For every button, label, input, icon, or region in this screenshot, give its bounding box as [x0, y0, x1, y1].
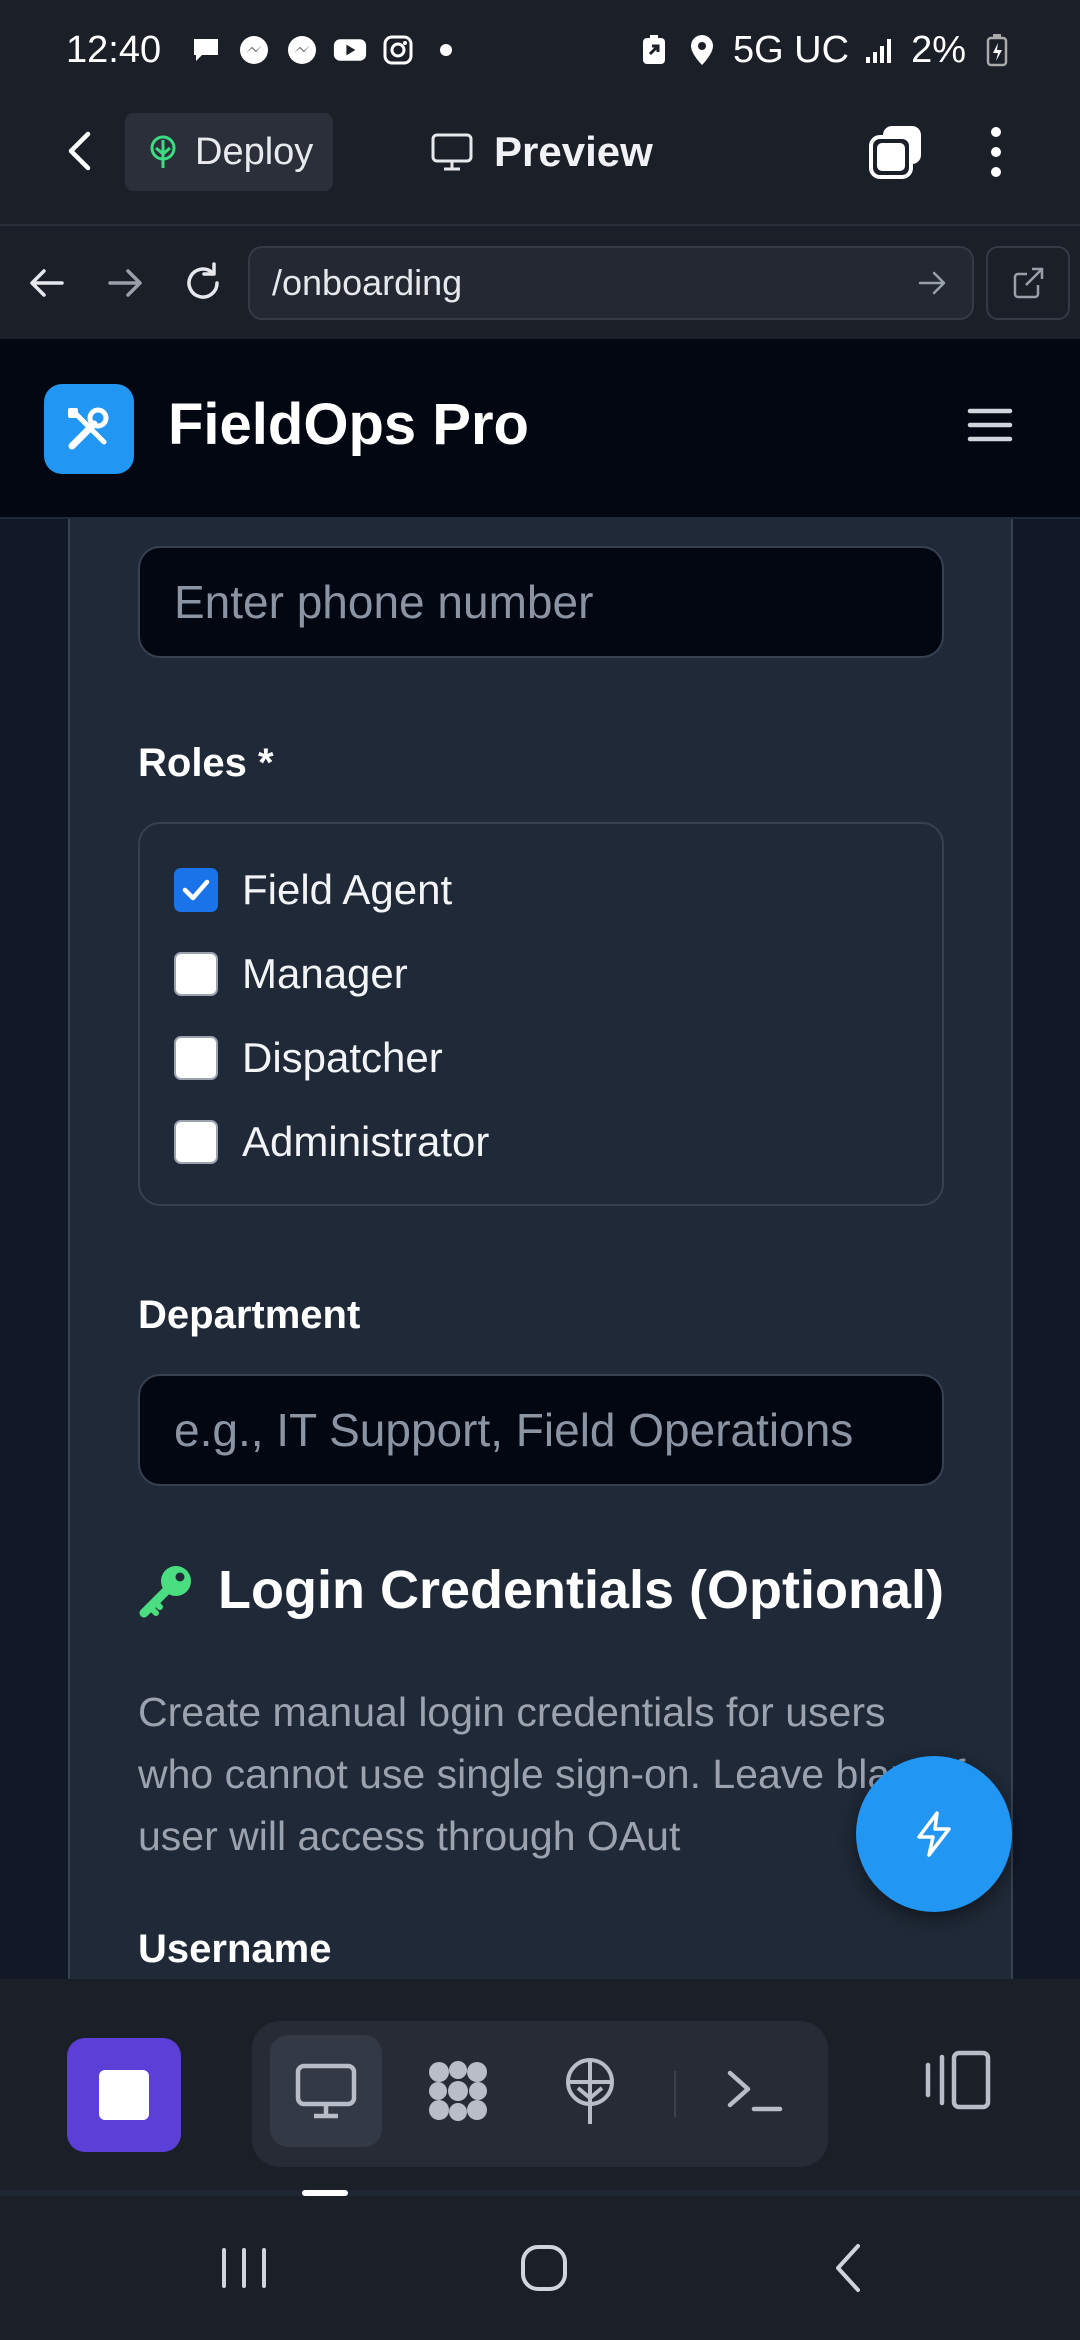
department-label: Department	[138, 1293, 361, 1337]
network-type: 5G UC	[732, 28, 850, 71]
home-icon	[521, 2245, 567, 2291]
reload-button[interactable]	[176, 256, 230, 310]
role-label: Manager	[242, 950, 408, 997]
battery-icon	[980, 33, 1014, 67]
deploy-tree-icon	[566, 2058, 614, 2124]
role-manager[interactable]: Manager	[174, 950, 408, 998]
menu-button[interactable]	[966, 401, 1014, 449]
url-text: /onboarding	[272, 262, 463, 303]
status-time: 12:40	[66, 28, 162, 71]
phone-input[interactable]: Enter phone number	[138, 546, 944, 658]
credentials-description: Create manual login credentials for user…	[138, 1689, 966, 1859]
status-bar: 12:40 5G UC 2%	[0, 0, 1080, 100]
dot-icon	[429, 33, 463, 67]
site-header: FieldOps Pro	[0, 339, 1080, 519]
stop-button[interactable]	[67, 2038, 181, 2152]
role-label: Dispatcher	[242, 1034, 443, 1081]
role-label: Administrator	[242, 1118, 490, 1165]
terminal-icon	[727, 2070, 783, 2112]
browser-back-button[interactable]	[20, 256, 74, 310]
quick-action-button[interactable]	[856, 1756, 1012, 1912]
page-content: Enter phone number Roles * Field Agent M…	[0, 519, 1080, 1979]
system-back-button[interactable]	[820, 2238, 880, 2298]
credentials-heading: Login Credentials (Optional)	[138, 1559, 944, 1621]
department-input[interactable]: e.g., IT Support, Field Operations	[138, 1374, 944, 1486]
back-button[interactable]	[56, 126, 106, 176]
checkmark-icon	[182, 879, 210, 901]
browser-forward-button[interactable]	[98, 256, 152, 310]
messenger-icon	[237, 33, 271, 67]
stop-icon	[99, 2070, 149, 2120]
deploy-button[interactable]: Deploy	[125, 113, 333, 191]
credentials-title: Login Credentials (Optional)	[218, 1560, 944, 1620]
recents-icon	[222, 2248, 266, 2288]
recent-apps-button[interactable]	[214, 2238, 274, 2298]
tabs-button[interactable]	[866, 122, 926, 182]
onboarding-form-card: Enter phone number Roles * Field Agent M…	[68, 519, 1013, 1979]
checkbox-unchecked[interactable]	[174, 1120, 218, 1164]
more-vertical-icon	[991, 127, 1001, 177]
deploy-label: Deploy	[195, 130, 314, 173]
dock-divider	[674, 2071, 676, 2117]
battery-saver-icon	[637, 33, 671, 67]
role-administrator[interactable]: Administrator	[174, 1118, 489, 1166]
layout-toggle-button[interactable]	[920, 2043, 994, 2117]
roles-label: Roles *	[138, 741, 274, 785]
instagram-icon	[381, 33, 415, 67]
arrow-left-icon	[30, 269, 64, 297]
phone-placeholder: Enter phone number	[174, 576, 594, 628]
arrow-right-icon	[108, 269, 142, 297]
role-dispatcher[interactable]: Dispatcher	[174, 1034, 443, 1082]
youtube-icon	[333, 33, 367, 67]
key-icon	[139, 1566, 191, 1618]
department-placeholder: e.g., IT Support, Field Operations	[174, 1404, 854, 1456]
reload-icon	[187, 262, 219, 299]
app-bar: Deploy Preview	[0, 100, 1080, 224]
url-bar[interactable]: /onboarding	[248, 246, 974, 320]
workflow-icon	[429, 2061, 487, 2121]
roles-group: Field Agent Manager Dispatcher Administr…	[138, 822, 944, 1206]
monitor-icon	[431, 133, 473, 171]
battery-percent: 2%	[911, 28, 966, 71]
preview-title: Preview	[430, 118, 653, 186]
bottom-dock	[0, 1979, 1080, 2190]
messenger-icon	[285, 33, 319, 67]
location-icon	[685, 33, 719, 67]
brand-title: FieldOps Pro	[168, 392, 529, 457]
go-arrow-icon[interactable]	[914, 265, 950, 301]
dock-tab-workflows[interactable]	[402, 2035, 514, 2147]
open-external-button[interactable]	[986, 246, 1070, 320]
role-field-agent[interactable]: Field Agent	[174, 866, 452, 914]
dock-tab-preview[interactable]	[270, 2035, 382, 2147]
chevron-left-icon	[68, 131, 91, 171]
dock-tab-shell[interactable]	[698, 2035, 810, 2147]
external-link-icon	[1013, 267, 1044, 299]
browser-toolbar: /onboarding	[0, 224, 1080, 339]
role-label: Field Agent	[242, 866, 453, 913]
lightning-icon	[917, 1811, 951, 1857]
home-button[interactable]	[514, 2238, 574, 2298]
monitor-icon	[295, 2063, 357, 2119]
system-navigation-bar	[0, 2196, 1080, 2340]
checkbox-unchecked[interactable]	[174, 952, 218, 996]
layout-panel-icon	[925, 2050, 991, 2110]
dock-tab-deploy[interactable]	[534, 2035, 646, 2147]
tools-icon	[68, 407, 109, 450]
app-logo	[44, 384, 134, 474]
preview-label: Preview	[494, 128, 653, 175]
deploy-tree-icon	[150, 135, 176, 168]
checkbox-checked[interactable]	[174, 868, 218, 912]
username-label: Username	[138, 1927, 332, 1971]
dock-tab-group	[252, 2021, 828, 2167]
chevron-left-icon	[836, 2244, 860, 2292]
tabs-icon	[869, 126, 921, 179]
signal-icon	[863, 33, 897, 67]
more-options-button[interactable]	[972, 122, 1020, 182]
chat-bubble-icon	[189, 33, 223, 67]
checkbox-unchecked[interactable]	[174, 1036, 218, 1080]
hamburger-icon	[967, 408, 1013, 442]
